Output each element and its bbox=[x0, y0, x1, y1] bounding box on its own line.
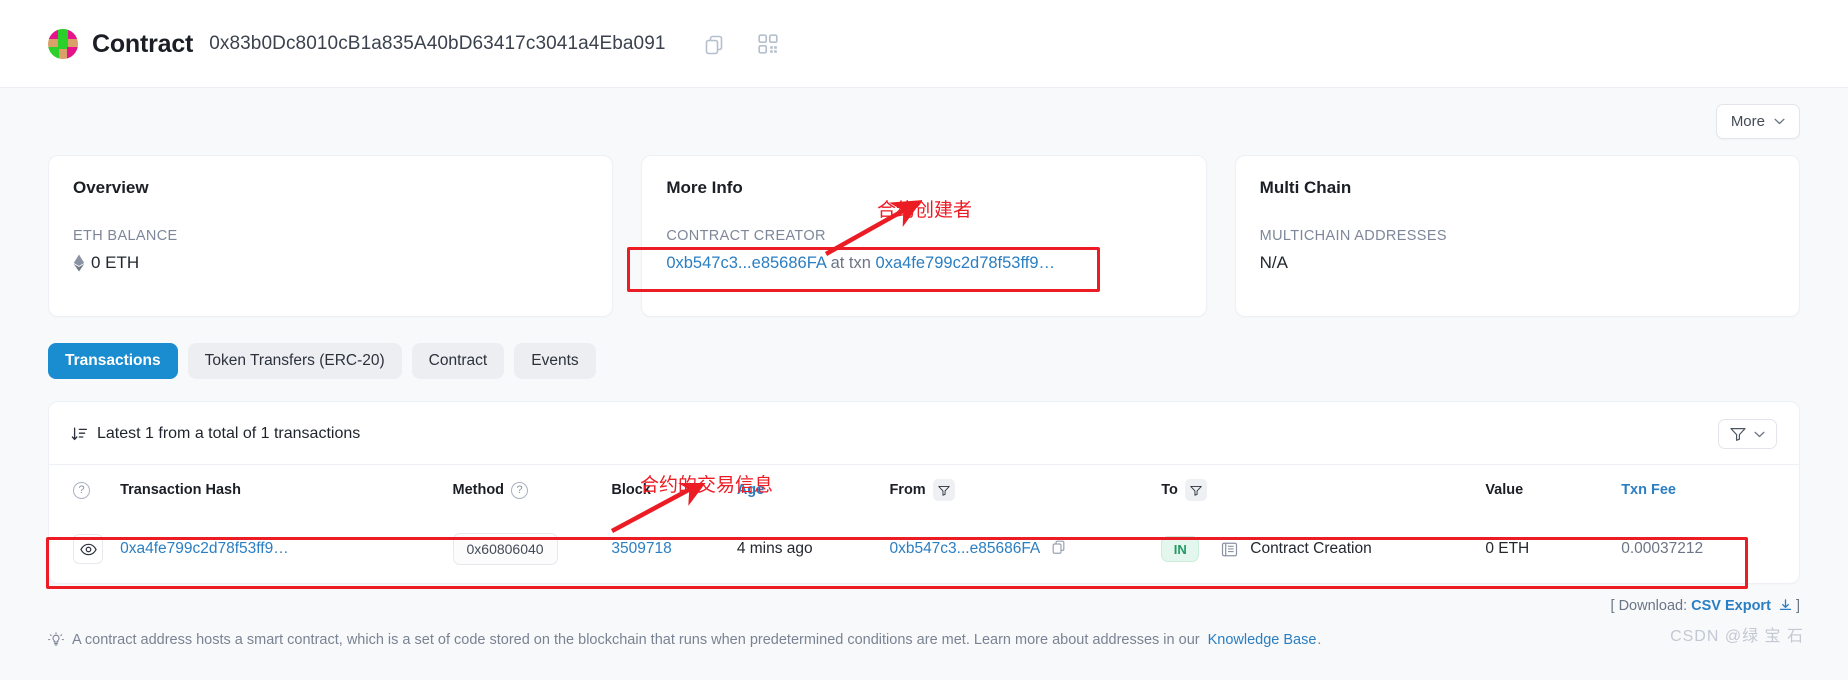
th-value: Value bbox=[1485, 482, 1524, 498]
eth-balance-value-row: 0 ETH bbox=[73, 253, 588, 273]
tab-contract[interactable]: Contract bbox=[411, 343, 505, 379]
row-to-cell: IN Contract Creation bbox=[1161, 515, 1485, 583]
lightbulb-icon bbox=[48, 632, 64, 648]
from-filter-icon[interactable] bbox=[932, 479, 955, 501]
annotation-label-transaction: 合约的交易信息 bbox=[640, 475, 774, 496]
download-suffix: ] bbox=[1795, 598, 1800, 614]
transaction-hash-link[interactable]: 0xa4fe799c2d78f53ff9… bbox=[120, 540, 289, 557]
multi-chain-card-title: Multi Chain bbox=[1259, 178, 1352, 197]
chevron-down-icon bbox=[1774, 118, 1785, 125]
more-button-label: More bbox=[1730, 113, 1765, 130]
multichain-addresses-value: N/A bbox=[1259, 253, 1288, 272]
th-transaction-hash: Transaction Hash bbox=[120, 482, 241, 498]
transactions-summary: Latest 1 from a total of 1 transactions bbox=[71, 425, 360, 443]
transactions-panel-header: Latest 1 from a total of 1 transactions bbox=[49, 402, 1799, 464]
qr-code-icon[interactable] bbox=[756, 32, 780, 56]
contract-icon bbox=[1221, 541, 1238, 558]
download-prefix: [ Download: bbox=[1610, 598, 1688, 614]
multichain-addresses-label: MULTICHAIN ADDRESSES bbox=[1259, 228, 1447, 244]
contract-creator-address-link[interactable]: 0xb547c3...e85686FA bbox=[666, 254, 826, 272]
to-filter-icon[interactable] bbox=[1184, 479, 1207, 501]
more-button[interactable]: More bbox=[1715, 104, 1800, 139]
toolbar: More bbox=[0, 88, 1848, 139]
row-txn-fee-cell: 0.00037212 bbox=[1621, 540, 1704, 557]
row-value-cell: 0 ETH bbox=[1485, 540, 1530, 557]
tab-events[interactable]: Events bbox=[514, 343, 596, 379]
annotation-label-creator: 合约创建者 bbox=[877, 200, 973, 221]
at-txn-text: at txn bbox=[830, 254, 871, 272]
copy-icon[interactable] bbox=[702, 32, 726, 56]
download-icon[interactable] bbox=[1779, 599, 1792, 616]
chevron-down-icon bbox=[1754, 431, 1765, 437]
transactions-summary-text: Latest 1 from a total of 1 transactions bbox=[97, 425, 361, 442]
footnote-period: . bbox=[1317, 632, 1322, 648]
funnel-icon bbox=[1730, 428, 1746, 441]
tab-transactions[interactable]: Transactions bbox=[48, 343, 178, 379]
overview-card: Overview ETH BALANCE 0 ETH bbox=[48, 155, 614, 317]
avatar bbox=[48, 29, 78, 59]
row-transaction-hash-cell: 0xa4fe799c2d78f53ff9… bbox=[120, 515, 452, 583]
creation-txn-link[interactable]: 0xa4fe799c2d78f53ff9… bbox=[876, 254, 1056, 272]
th-info: ? bbox=[49, 465, 120, 515]
from-address-link[interactable]: 0xb547c3...e85686FA bbox=[889, 540, 1040, 558]
th-to: To bbox=[1161, 465, 1485, 515]
th-from-label: From bbox=[889, 482, 926, 498]
summary-cards: Overview ETH BALANCE 0 ETH More Info CON… bbox=[0, 139, 1848, 317]
transactions-panel: Latest 1 from a total of 1 transactions bbox=[48, 401, 1800, 584]
footnote: A contract address hosts a smart contrac… bbox=[48, 632, 1800, 648]
to-text: Contract Creation bbox=[1250, 540, 1372, 557]
row-age-cell: 4 mins ago bbox=[736, 540, 813, 557]
csv-export-link[interactable]: CSV Export bbox=[1691, 598, 1771, 614]
more-info-card: More Info CONTRACT CREATOR 0xb547c3...e8… bbox=[641, 155, 1207, 317]
block-link[interactable]: 3509718 bbox=[611, 540, 671, 557]
th-from: From bbox=[889, 465, 1161, 515]
tab-token-transfers[interactable]: Token Transfers (ERC-20) bbox=[187, 343, 402, 379]
page-header: Contract 0x83b0Dc8010cB1a835A40bD63417c3… bbox=[0, 0, 1848, 88]
contract-creator-label: CONTRACT CREATOR bbox=[666, 228, 826, 244]
transactions-table: ? Transaction Hash Method ? Block Age Fr… bbox=[49, 465, 1799, 583]
multi-chain-card: Multi Chain MULTICHAIN ADDRESSES N/A bbox=[1234, 155, 1800, 317]
page-title: Contract bbox=[92, 29, 194, 58]
page-body: More Overview ETH BALANCE 0 ETH More Inf… bbox=[0, 88, 1848, 680]
row-method-cell: 0x60806040 bbox=[452, 515, 612, 583]
th-method: Method ? bbox=[453, 465, 612, 515]
overview-card-title: Overview bbox=[73, 178, 149, 197]
footnote-text: A contract address hosts a smart contrac… bbox=[72, 632, 1200, 648]
download-row: [ Download: CSV Export ] bbox=[48, 598, 1800, 616]
eth-balance-label: ETH BALANCE bbox=[73, 228, 178, 244]
eth-balance-value: 0 ETH bbox=[91, 253, 140, 272]
ethereum-icon bbox=[73, 254, 85, 272]
knowledge-base-link[interactable]: Knowledge Base bbox=[1208, 632, 1317, 648]
table-row: 0xa4fe799c2d78f53ff9… 0x60806040 3509718… bbox=[49, 515, 1799, 583]
direction-badge: IN bbox=[1161, 536, 1200, 562]
table-filter-button[interactable] bbox=[1718, 419, 1777, 449]
table-header-row: ? Transaction Hash Method ? Block Age Fr… bbox=[49, 465, 1799, 515]
contract-address: 0x83b0Dc8010cB1a835A40bD63417c3041a4Eba0… bbox=[209, 33, 666, 54]
help-icon[interactable]: ? bbox=[511, 481, 529, 499]
th-method-label: Method bbox=[452, 482, 505, 498]
method-badge[interactable]: 0x60806040 bbox=[452, 533, 558, 565]
contract-creator-line: 0xb547c3...e85686FA at txn 0xa4fe799c2d7… bbox=[666, 254, 1181, 273]
watermark: CSDN @绿 宝 石 bbox=[1670, 628, 1804, 645]
row-block-cell: 3509718 bbox=[611, 515, 736, 583]
row-eye-cell bbox=[49, 515, 120, 583]
help-icon[interactable]: ? bbox=[73, 482, 90, 499]
row-from-cell: 0xb547c3...e85686FA bbox=[889, 515, 1161, 583]
copy-icon[interactable] bbox=[1050, 538, 1067, 560]
etherscan-contract-page: Contract 0x83b0Dc8010cB1a835A40bD63417c3… bbox=[0, 0, 1848, 680]
content-tabs: Transactions Token Transfers (ERC-20) Co… bbox=[0, 317, 1848, 379]
th-txn-fee[interactable]: Txn Fee bbox=[1621, 465, 1799, 515]
th-to-label: To bbox=[1161, 482, 1178, 498]
eye-icon[interactable] bbox=[73, 534, 103, 564]
sort-descending-icon[interactable] bbox=[71, 426, 88, 443]
